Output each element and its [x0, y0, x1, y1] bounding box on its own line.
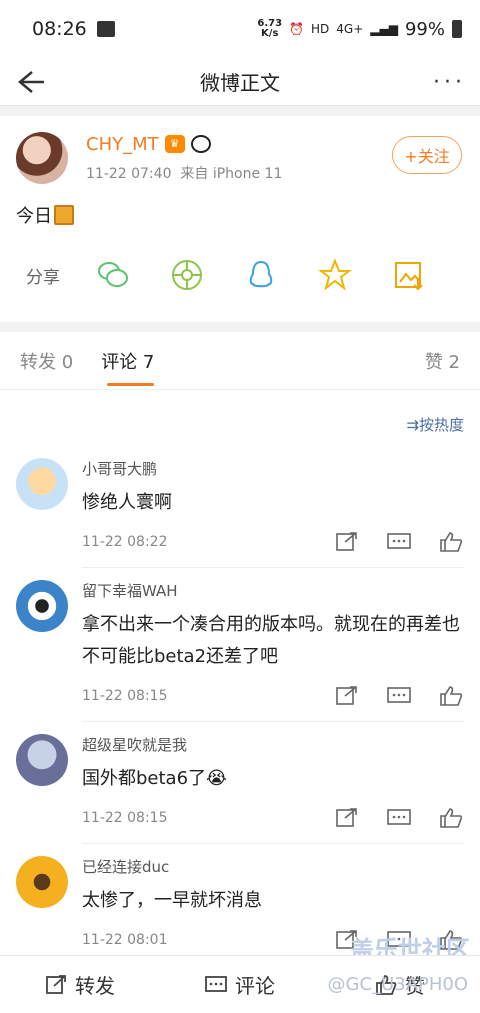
comment-footer: 11-22 08:15: [82, 685, 464, 707]
message-icon: [96, 21, 115, 37]
share-icon[interactable]: [334, 685, 360, 707]
wechat-icon[interactable]: [96, 258, 130, 292]
repost-icon: [46, 974, 66, 994]
tab-likes[interactable]: 赞 2: [425, 348, 460, 374]
comment-footer: 11-22 08:22: [82, 531, 464, 553]
avatar[interactable]: [16, 734, 68, 786]
page-title: 微博正文: [200, 71, 280, 95]
battery-percent: 99%: [404, 18, 445, 40]
comment-actions: [334, 807, 464, 829]
back-arrow-icon[interactable]: [12, 66, 48, 98]
alarm-icon: ⏰: [289, 22, 305, 36]
comment-list: 小哥哥大鹏 惨绝人寰啊 11-22 08:22 留下幸福WAH 拿不出来一个凑合…: [0, 458, 480, 966]
post: CHY_MT ♛ 11-22 07:40 来自 iPhone 11 +关注 今日: [0, 116, 480, 228]
like-icon[interactable]: [438, 685, 464, 707]
comment-actions: [334, 685, 464, 707]
post-header: CHY_MT ♛ 11-22 07:40 来自 iPhone 11 +关注: [16, 132, 464, 184]
commenter-name[interactable]: 小哥哥大鹏: [82, 458, 464, 479]
share-label: 分享: [26, 267, 60, 288]
network-label: 4G+: [336, 22, 364, 36]
comment-time: 11-22 08:15: [82, 688, 168, 704]
comment-item: 小哥哥大鹏 惨绝人寰啊 11-22 08:22: [0, 458, 480, 568]
reply-icon[interactable]: [386, 685, 412, 707]
qzone-icon[interactable]: [318, 258, 352, 292]
qq-icon[interactable]: [244, 258, 278, 292]
comment-time: 11-22 08:01: [82, 932, 168, 948]
status-time: 08:26: [32, 18, 87, 40]
more-options-icon[interactable]: ···: [433, 70, 466, 95]
reply-icon[interactable]: [386, 531, 412, 553]
commenter-name[interactable]: 留下幸福WAH: [82, 580, 464, 601]
post-content: 今日: [16, 202, 464, 228]
share-row: 分享: [0, 228, 480, 322]
comment-text: 太惨了，一早就坏消息: [82, 890, 262, 911]
avatar[interactable]: [16, 458, 68, 510]
comment-time: 11-22 08:15: [82, 810, 168, 826]
post-meta: 11-22 07:40 来自 iPhone 11: [86, 165, 283, 182]
tab-comments[interactable]: 评论 7: [101, 348, 155, 386]
share-icon[interactable]: [334, 531, 360, 553]
comment-item: 留下幸福WAH 拿不出来一个凑合用的版本吗。就现在的再差也不可能比beta2还差…: [0, 580, 480, 722]
vip-crown-icon: ♛: [164, 135, 185, 153]
comment-text: 拿不出来一个凑合用的版本吗。就现在的再差也不可能比beta2还差了吧: [82, 614, 460, 667]
avatar[interactable]: [16, 580, 68, 632]
comment-tabs: 转发 0 评论 7 赞 2: [0, 332, 480, 390]
comment-item: 超级星吹就是我 国外都beta6了😭 11-22 08:15: [0, 734, 480, 844]
comment-time: 11-22 08:22: [82, 534, 168, 550]
commenter-name[interactable]: 已经连接duc: [82, 856, 464, 877]
share-icons: [96, 258, 426, 292]
network-speed: 6.73 K/s: [257, 18, 283, 39]
emoji-icon: [54, 205, 74, 225]
watermark-handle: @GC_U3APH0O: [327, 974, 468, 995]
repost-button[interactable]: 转发: [0, 970, 160, 999]
author-info: CHY_MT ♛ 11-22 07:40 来自 iPhone 11: [86, 134, 282, 183]
status-right: 6.73 K/s ⏰ HD 4G+ ▂▄▆ 99%: [257, 19, 462, 40]
share-icon[interactable]: [334, 807, 360, 829]
like-icon[interactable]: [438, 531, 464, 553]
save-image-icon[interactable]: [392, 258, 426, 292]
divider: [0, 322, 480, 332]
hd-label: HD: [311, 22, 330, 36]
comment-body: 留下幸福WAH 拿不出来一个凑合用的版本吗。就现在的再差也不可能比beta2还差…: [82, 580, 464, 722]
author-name[interactable]: CHY_MT ♛: [86, 134, 282, 155]
comment-actions: [334, 531, 464, 553]
sort-row: ⇉按热度: [0, 390, 480, 458]
like-icon[interactable]: [438, 807, 464, 829]
nav-bar: 微博正文 ···: [0, 58, 480, 106]
tab-repost[interactable]: 转发 0: [20, 348, 73, 374]
comment-icon: [205, 975, 227, 992]
status-bar: 08:26 6.73 K/s ⏰ HD 4G+ ▂▄▆ 99%: [0, 0, 480, 58]
comment-text: 国外都beta6了😭: [82, 768, 228, 789]
divider: [0, 106, 480, 116]
avatar[interactable]: [16, 856, 68, 908]
comment-button[interactable]: 评论: [160, 970, 320, 999]
reply-icon[interactable]: [386, 807, 412, 829]
signal-icon: ▂▄▆: [370, 22, 398, 36]
comment-body: 小哥哥大鹏 惨绝人寰啊 11-22 08:22: [82, 458, 464, 568]
commenter-name[interactable]: 超级星吹就是我: [82, 734, 464, 755]
comment-text: 惨绝人寰啊: [82, 492, 172, 513]
sort-by-hot-button[interactable]: ⇉按热度: [406, 414, 464, 435]
panda-icon: [190, 135, 211, 153]
comment-footer: 11-22 08:15: [82, 807, 464, 829]
avatar[interactable]: [16, 132, 68, 184]
follow-button[interactable]: +关注: [392, 136, 462, 174]
moments-icon[interactable]: [170, 258, 204, 292]
comment-body: 超级星吹就是我 国外都beta6了😭 11-22 08:15: [82, 734, 464, 844]
battery-icon: [452, 20, 462, 38]
